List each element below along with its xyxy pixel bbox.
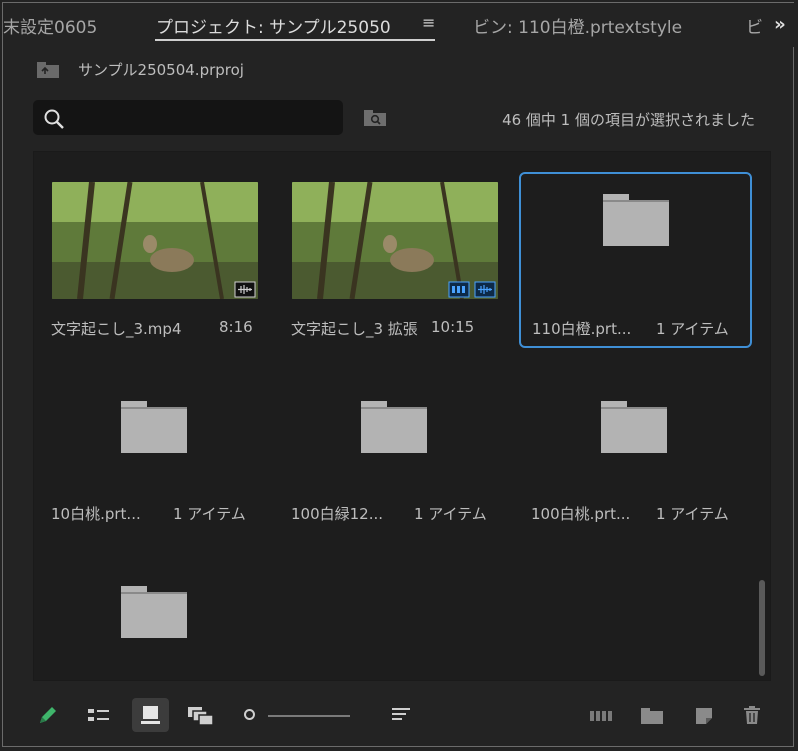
item-name: 100白緑12...	[291, 505, 384, 523]
clip-item[interactable]: 文字起こし_3 拡張 10:15	[274, 152, 509, 338]
audio-badge-icon	[234, 281, 256, 298]
item-name: 文字起こし_3 拡張	[291, 320, 418, 338]
item-name: 文字起こし_3.mp4	[51, 320, 182, 338]
item-name: 100白桃.prt...	[531, 505, 631, 523]
tab-bin[interactable]: ビン: 110白橙.prtextstyle	[473, 13, 682, 38]
trash-icon[interactable]	[740, 703, 764, 731]
folder-icon	[121, 586, 187, 638]
tab-overflow-partial[interactable]: ビ	[746, 13, 763, 38]
audio-badge-icon	[474, 281, 496, 298]
selection-status: 46 個中 1 個の項目が選択されました	[502, 111, 755, 129]
project-panel: 末設定0605 プロジェクト: サンプル25050 ≡ ビン: 110白橙.pr…	[2, 2, 795, 747]
folder-icon	[121, 401, 187, 453]
bin-item[interactable]: 10白桃.prt... 1 アイテム	[34, 337, 269, 523]
zoom-slider-track[interactable]	[268, 715, 350, 717]
bin-item[interactable]: 100白緑12... 1 アイテム	[274, 337, 509, 523]
item-name: 10白桃.prt...	[51, 505, 141, 523]
video-badge-icon	[448, 281, 470, 298]
item-count: 1 アイテム	[173, 505, 246, 523]
new-item-icon[interactable]	[692, 703, 716, 731]
tab-project[interactable]: プロジェクト: サンプル25050	[156, 13, 391, 38]
zoom-slider-handle[interactable]	[244, 709, 255, 720]
bin-item[interactable]: 110白橙.prt... 1 アイテム	[519, 172, 752, 348]
panel-tab-bar: 末設定0605 プロジェクト: サンプル25050 ≡ ビン: 110白橙.pr…	[3, 3, 795, 47]
bin-item[interactable]: 100白桃.prt... 1 アイテム	[514, 337, 749, 523]
item-name: 110白橙.prt...	[532, 320, 632, 338]
clip-thumbnail	[52, 182, 258, 299]
bin-contents: 文字起こし_3.mp4 8:16 文字起こし_3 拡張 10:15 110白橙.…	[33, 151, 771, 681]
item-duration: 8:16	[219, 318, 253, 336]
folder-icon	[361, 401, 427, 453]
clip-item[interactable]: 文字起こし_3.mp4 8:16	[34, 152, 269, 338]
item-count: 1 アイテム	[414, 505, 487, 523]
pencil-icon[interactable]	[36, 703, 60, 731]
vertical-scrollbar[interactable]	[759, 580, 765, 676]
folder-icon	[601, 401, 667, 453]
search-input[interactable]	[33, 100, 343, 135]
find-icon[interactable]	[363, 109, 387, 131]
automate-to-sequence-icon[interactable]	[588, 703, 614, 731]
icon-view-icon[interactable]	[132, 698, 169, 732]
list-view-icon[interactable]	[85, 703, 113, 731]
item-duration: 10:15	[431, 318, 475, 336]
item-count: 1 アイテム	[656, 320, 729, 338]
freeform-view-icon[interactable]	[186, 703, 216, 731]
search-icon	[43, 108, 65, 134]
new-bin-icon[interactable]	[639, 703, 665, 731]
parent-bin-icon[interactable]	[36, 59, 60, 83]
panel-footer-toolbar	[3, 693, 795, 743]
tab-menu-icon[interactable]: ≡	[422, 13, 435, 32]
project-filename: サンプル250504.prproj	[78, 61, 244, 79]
active-tab-indicator	[155, 39, 435, 41]
bin-item[interactable]	[34, 522, 269, 680]
tab-overflow-icon[interactable]: »	[765, 3, 795, 47]
item-count: 1 アイテム	[656, 505, 729, 523]
tab-metadata-settings[interactable]: 末設定0605	[3, 13, 97, 38]
sort-icon[interactable]	[389, 703, 413, 731]
folder-icon	[603, 194, 669, 246]
